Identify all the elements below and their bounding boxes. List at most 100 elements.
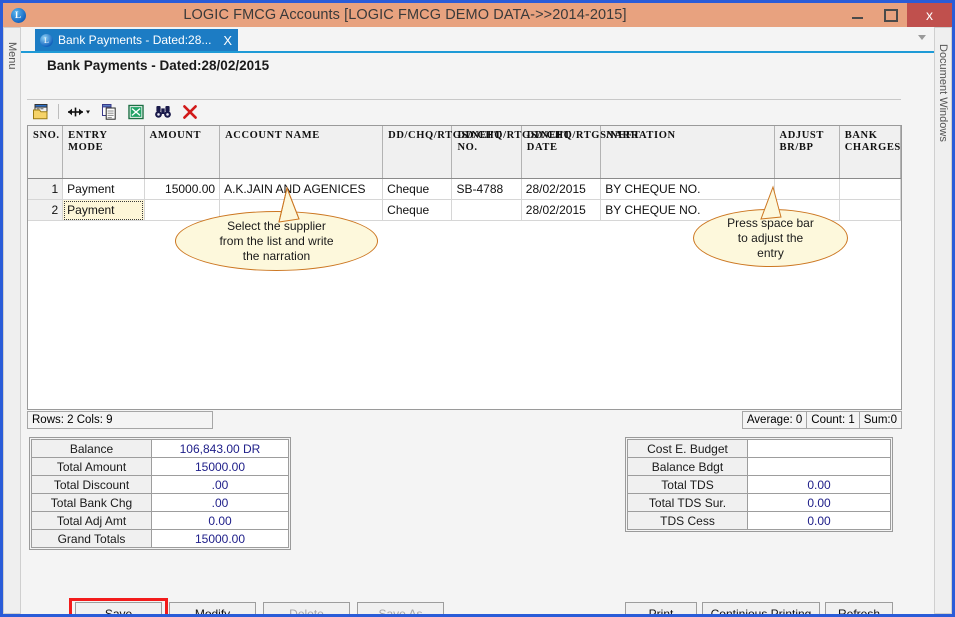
cell-amount[interactable]: 15000.00 xyxy=(144,179,219,200)
col-header-account-name[interactable]: ACCOUNT NAME xyxy=(220,126,383,179)
col-header-amount[interactable]: AMOUNT xyxy=(144,126,219,179)
totals-value-balance-bdgt xyxy=(748,458,891,476)
totals-row: Total TDS Sur. 0.00 xyxy=(628,494,891,512)
totals-row: TDS Cess 0.00 xyxy=(628,512,891,530)
col-header-instrument[interactable]: DD/CHQ/RTGS/NEFT xyxy=(383,126,452,179)
application-window: L LOGIC FMCG Accounts [LOGIC FMCG DEMO D… xyxy=(0,0,955,617)
col-header-adjust[interactable]: ADJUST BR/BP xyxy=(774,126,839,179)
close-button[interactable]: x xyxy=(907,3,952,27)
col-header-bank-charges[interactable]: BANK CHARGES xyxy=(839,126,900,179)
refresh-button[interactable]: Refresh xyxy=(825,602,893,617)
tab-overflow-chevron-down-icon[interactable] xyxy=(918,35,926,40)
minimize-button[interactable] xyxy=(841,3,874,27)
tab-bank-payments[interactable]: L Bank Payments - Dated:28... X xyxy=(35,29,238,51)
grid-header-row: SNO. ENTRY MODE AMOUNT ACCOUNT NAME DD/C… xyxy=(28,126,901,179)
totals-label: Total TDS xyxy=(628,476,748,494)
callout-supplier-hint: Select the supplier from the list and wr… xyxy=(175,211,378,271)
totals-label: Total TDS Sur. xyxy=(628,494,748,512)
callout-tail-icon xyxy=(693,209,848,267)
entries-table: SNO. ENTRY MODE AMOUNT ACCOUNT NAME DD/C… xyxy=(28,126,901,410)
save-as-button-label-rest: e As xyxy=(399,607,422,617)
grid-sum: Sum:0 xyxy=(859,411,902,429)
cell-instrument-date[interactable]: 28/02/2015 xyxy=(521,200,601,221)
totals-left-table: Balance 106,843.00 DR Total Amount 15000… xyxy=(31,439,289,548)
delete-button: Delete xyxy=(263,602,350,617)
col-header-sno[interactable]: SNO. xyxy=(28,126,63,179)
cell-instrument-no[interactable] xyxy=(452,200,521,221)
col-header-instrument-no[interactable]: DD/CHQ/RTGS/NEFT NO. xyxy=(452,126,521,179)
cell-instrument-date[interactable]: 28/02/2015 xyxy=(521,179,601,200)
menu-rail-label: Menu xyxy=(6,42,18,70)
save-button[interactable]: Save xyxy=(75,602,162,617)
save-as-button: Save As xyxy=(357,602,444,617)
cell-account-name[interactable]: A.K.JAIN AND AGENICES xyxy=(220,179,383,200)
print-button-label-rest: int xyxy=(661,607,674,617)
col-header-narration[interactable]: NARRATION xyxy=(601,126,774,179)
cell-entry-mode-selected[interactable]: Payment xyxy=(63,200,145,221)
window-controls: x xyxy=(841,3,952,27)
totals-value-cost-e-budget xyxy=(748,440,891,458)
entries-grid[interactable]: SNO. ENTRY MODE AMOUNT ACCOUNT NAME DD/C… xyxy=(27,125,902,410)
window-folder-icon[interactable] xyxy=(31,102,51,122)
cell-instrument[interactable]: Cheque xyxy=(383,200,452,221)
toolbar-divider xyxy=(58,104,59,119)
minimize-icon xyxy=(852,17,863,19)
grid-status-bar: Rows: 2 Cols: 9 Average: 0 Count: 1 Sum:… xyxy=(27,411,902,429)
cell-bank-charges[interactable] xyxy=(839,200,900,221)
totals-value-total-adj-amt: 0.00 xyxy=(152,512,289,530)
delete-button-label-rest: lete xyxy=(305,607,324,617)
document-windows-rail[interactable]: Document Windows xyxy=(934,27,952,614)
cell-adjust[interactable] xyxy=(774,179,839,200)
window-title: LOGIC FMCG Accounts [LOGIC FMCG DEMO DAT… xyxy=(0,7,841,23)
totals-label: Total Discount xyxy=(32,476,152,494)
totals-row: Balance Bdgt xyxy=(628,458,891,476)
cell-sno: 1 xyxy=(28,179,63,200)
totals-label: Total Amount xyxy=(32,458,152,476)
page-title: Bank Payments - Dated:28/02/2015 xyxy=(21,53,934,76)
totals-panel-right: Cost E. Budget Balance Bdgt Total TDS 0.… xyxy=(625,437,893,532)
form-panel: SNO. ENTRY MODE AMOUNT ACCOUNT NAME DD/C… xyxy=(25,75,930,610)
excel-export-icon[interactable] xyxy=(126,102,146,122)
totals-label: Total Adj Amt xyxy=(32,512,152,530)
totals-row: Total Discount .00 xyxy=(32,476,289,494)
grid-toolbar xyxy=(27,99,901,123)
totals-right-table: Cost E. Budget Balance Bdgt Total TDS 0.… xyxy=(627,439,891,530)
document-windows-rail-label: Document Windows xyxy=(937,44,949,142)
cell-sno: 2 xyxy=(28,200,63,221)
cell-instrument-no[interactable]: SB-4788 xyxy=(452,179,521,200)
tab-close-icon[interactable]: X xyxy=(223,33,232,48)
continuous-printing-button[interactable]: Continious Printing xyxy=(702,602,820,617)
maximize-button[interactable] xyxy=(874,3,907,27)
modify-button-label-rest: odify xyxy=(205,607,230,617)
totals-label: Grand Totals xyxy=(32,530,152,548)
totals-label: Balance xyxy=(32,440,152,458)
delete-x-icon[interactable] xyxy=(180,102,200,122)
totals-row: Balance 106,843.00 DR xyxy=(32,440,289,458)
totals-value-total-tds-sur: 0.00 xyxy=(748,494,891,512)
totals-label: Total Bank Chg xyxy=(32,494,152,512)
grid-rows-cols: Rows: 2 Cols: 9 xyxy=(27,411,213,429)
modify-button[interactable]: Modify xyxy=(169,602,256,617)
totals-row: Cost E. Budget xyxy=(628,440,891,458)
cell-narration[interactable]: BY CHEQUE NO. xyxy=(601,179,774,200)
grid-count: Count: 1 xyxy=(806,411,859,429)
resize-columns-icon[interactable] xyxy=(66,102,92,122)
cell-bank-charges[interactable] xyxy=(839,179,900,200)
totals-row: Total Amount 15000.00 xyxy=(32,458,289,476)
copy-icon[interactable] xyxy=(99,102,119,122)
totals-value-grand-totals: 15000.00 xyxy=(152,530,289,548)
print-button[interactable]: Print xyxy=(625,602,697,617)
client-area: L Bank Payments - Dated:28... X Bank Pay… xyxy=(21,27,934,614)
cell-instrument[interactable]: Cheque xyxy=(383,179,452,200)
cell-entry-mode[interactable]: Payment xyxy=(63,179,145,200)
grid-average: Average: 0 xyxy=(742,411,807,429)
callout-tail-icon xyxy=(175,211,378,271)
callout-adjust-hint: Press space bar to adjust the entry xyxy=(693,209,848,267)
find-binoculars-icon[interactable] xyxy=(153,102,173,122)
col-header-entry-mode[interactable]: ENTRY MODE xyxy=(63,126,145,179)
grid-status-spacer xyxy=(213,411,743,429)
maximize-icon xyxy=(884,9,898,22)
totals-label: Cost E. Budget xyxy=(628,440,748,458)
col-header-instrument-date[interactable]: DD/CHQ/RTGS/NEFT DATE xyxy=(521,126,601,179)
menu-rail[interactable]: Menu xyxy=(3,27,21,614)
